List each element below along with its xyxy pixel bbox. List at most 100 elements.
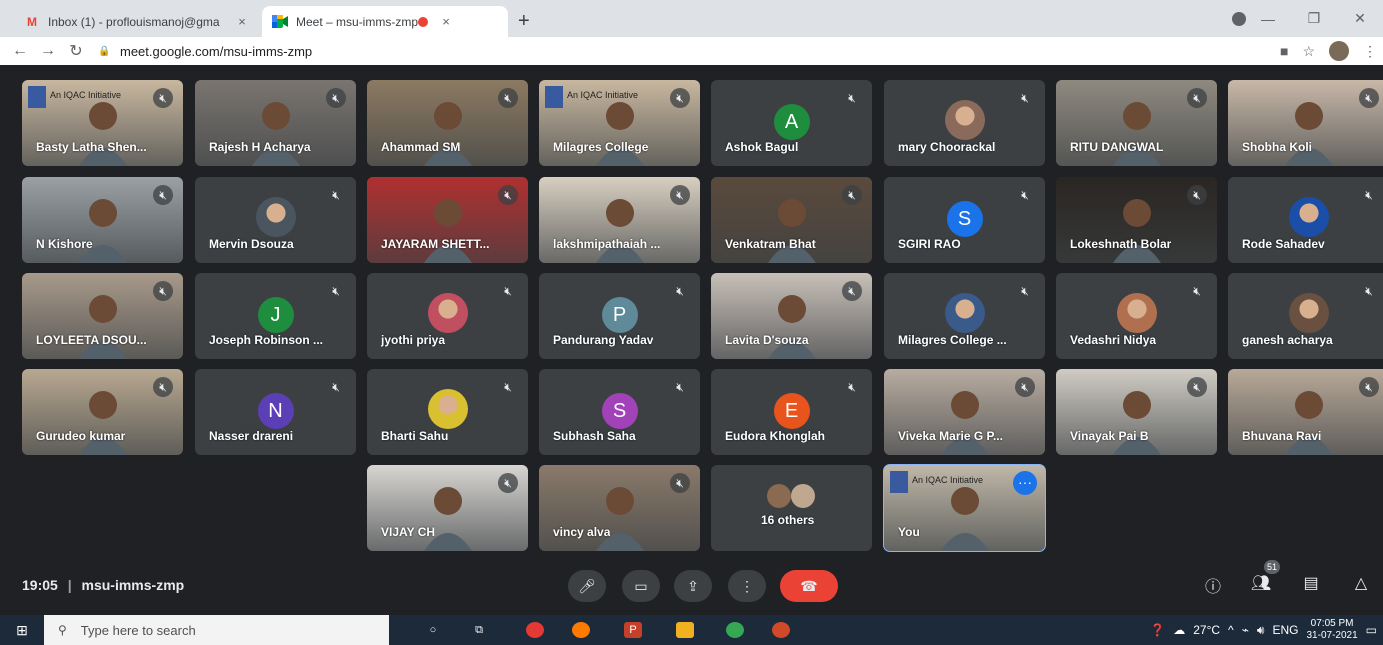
- participant-tile[interactable]: Rajesh H Acharya 🔇︎: [195, 80, 356, 166]
- participant-name: N Kishore: [36, 237, 93, 251]
- mic-muted-icon: 🔇︎: [848, 91, 856, 105]
- participant-tile[interactable]: An IQAC Initiative Basty Latha Shen... 🔇︎: [22, 80, 183, 166]
- camera-button[interactable]: ▭: [622, 570, 660, 602]
- participant-tile[interactable]: An IQAC Initiative Milagres College 🔇︎: [539, 80, 700, 166]
- mic-muted-icon: 🔇︎: [670, 88, 690, 108]
- mic-muted-icon: 🔇︎: [326, 88, 346, 108]
- participant-tile[interactable]: An IQAC Initiative You ···: [883, 464, 1046, 552]
- network-icon[interactable]: ⌁: [1242, 623, 1249, 637]
- participant-tile[interactable]: Vedashri Nidya 🔇︎: [1056, 273, 1217, 359]
- participant-tile[interactable]: Rode Sahadev 🔇︎: [1228, 177, 1383, 263]
- profile-avatar[interactable]: [1329, 41, 1349, 61]
- account-indicator-icon[interactable]: [1232, 12, 1246, 26]
- participant-tile[interactable]: S SGIRI RAO 🔇︎: [884, 177, 1045, 263]
- microphone-button[interactable]: 🎤︎: [568, 570, 606, 602]
- chrome-window-icon[interactable]: [726, 622, 744, 638]
- powerpoint-icon[interactable]: P: [624, 622, 642, 638]
- participant-tile[interactable]: LOYLEETA DSOU... 🔇︎: [22, 273, 183, 359]
- mic-muted-icon: 🔇︎: [670, 473, 690, 493]
- close-window-button[interactable]: ✕: [1337, 10, 1383, 27]
- taskbar-search-box[interactable]: ⚲ Type here to search: [44, 615, 389, 645]
- mic-muted-icon: 🔇︎: [498, 185, 518, 205]
- close-tab-icon[interactable]: ×: [438, 14, 454, 29]
- participant-tile[interactable]: vincy alva 🔇︎: [539, 465, 700, 551]
- tab-meet[interactable]: Meet – msu-imms-zmp ×: [262, 6, 508, 37]
- mic-muted-icon: 🔇︎: [504, 284, 512, 298]
- participant-tile[interactable]: mary Choorackal 🔇︎: [884, 80, 1045, 166]
- participant-tile[interactable]: E Eudora Khonglah 🔇︎: [711, 369, 872, 455]
- mic-muted-icon: 🔇︎: [1015, 377, 1035, 397]
- participant-name: Eudora Khonglah: [725, 429, 825, 443]
- present-button[interactable]: ⇪: [674, 570, 712, 602]
- participant-tile[interactable]: RITU DANGWAL 🔇︎: [1056, 80, 1217, 166]
- new-tab-button[interactable]: +: [518, 10, 530, 33]
- more-options-icon[interactable]: ···: [1013, 471, 1037, 495]
- activities-icon[interactable]: △: [1348, 573, 1374, 593]
- chat-icon[interactable]: ▤: [1298, 573, 1324, 593]
- temperature[interactable]: 27°C: [1193, 623, 1220, 637]
- participant-tile[interactable]: Viveka Marie G P... 🔇︎: [884, 369, 1045, 455]
- participant-tile[interactable]: A Ashok Bagul 🔇︎: [711, 80, 872, 166]
- language-indicator[interactable]: ENG: [1272, 623, 1298, 637]
- notification-icon[interactable]: ▭: [1366, 623, 1377, 637]
- forward-arrow-icon[interactable]: →: [34, 42, 62, 60]
- mic-muted-icon: 🔇︎: [1187, 185, 1207, 205]
- tray-chevron-icon[interactable]: ^: [1228, 623, 1234, 637]
- participant-tile[interactable]: Bhuvana Ravi 🔇︎: [1228, 369, 1383, 455]
- tab-title: Meet – msu-imms-zmp: [296, 14, 419, 29]
- mic-muted-icon: 🔇︎: [1365, 188, 1373, 202]
- people-icon[interactable]: 👥︎: [1248, 573, 1274, 593]
- participant-tile[interactable]: Lokeshnath Bolar 🔇︎: [1056, 177, 1217, 263]
- back-arrow-icon[interactable]: ←: [6, 42, 34, 60]
- restore-button[interactable]: ❐: [1291, 10, 1337, 27]
- volume-icon[interactable]: 🔊︎: [1257, 623, 1265, 638]
- reload-icon[interactable]: ↻: [62, 41, 90, 61]
- mic-muted-icon: 🔇︎: [498, 473, 518, 493]
- participant-tile[interactable]: N Nasser drareni 🔇︎: [195, 369, 356, 455]
- participant-tile[interactable]: P Pandurang Yadav 🔇︎: [539, 273, 700, 359]
- bookmark-star-icon[interactable]: ☆: [1302, 43, 1315, 60]
- camera-in-use-icon[interactable]: ■: [1280, 43, 1288, 59]
- participant-tile[interactable]: Shobha Koli 🔇︎: [1228, 80, 1383, 166]
- participant-tile[interactable]: Ahammad SM 🔇︎: [367, 80, 528, 166]
- participant-tile[interactable]: lakshmipathaiah ... 🔇︎: [539, 177, 700, 263]
- search-placeholder: Type here to search: [80, 622, 196, 638]
- participant-tile[interactable]: Bharti Sahu 🔇︎: [367, 369, 528, 455]
- participant-tile[interactable]: N Kishore 🔇︎: [22, 177, 183, 263]
- participant-tile[interactable]: Lavita D'souza 🔇︎: [711, 273, 872, 359]
- participant-tile[interactable]: Milagres College ... 🔇︎: [884, 273, 1045, 359]
- firefox-icon[interactable]: [572, 622, 590, 638]
- participant-tile[interactable]: Gurudeo kumar 🔇︎: [22, 369, 183, 455]
- taskbar-clock[interactable]: 07:05 PM 31-07-2021: [1307, 618, 1358, 642]
- close-tab-icon[interactable]: ×: [234, 14, 250, 29]
- participant-tile[interactable]: ganesh acharya 🔇︎: [1228, 273, 1383, 359]
- help-icon[interactable]: ❓: [1150, 623, 1165, 637]
- participant-tile[interactable]: VIJAY CH 🔇︎: [367, 465, 528, 551]
- browser-tab-strip: M Inbox (1) - proflouismanoj@gma × Meet …: [0, 0, 1383, 37]
- tab-gmail[interactable]: M Inbox (1) - proflouismanoj@gma ×: [14, 6, 260, 37]
- participant-tile[interactable]: Venkatram Bhat 🔇︎: [711, 177, 872, 263]
- participant-tile[interactable]: S Subhash Saha 🔇︎: [539, 369, 700, 455]
- powerpoint-window-icon[interactable]: [772, 622, 790, 638]
- cortana-icon[interactable]: ○: [424, 622, 442, 638]
- participant-tile[interactable]: Vinayak Pai B 🔇︎: [1056, 369, 1217, 455]
- participant-tile[interactable]: JAYARAM SHETT... 🔇︎: [367, 177, 528, 263]
- banner-text: An IQAC Initiative: [912, 475, 984, 485]
- task-view-icon[interactable]: ⧉: [470, 622, 488, 638]
- leave-call-button[interactable]: ☎: [780, 570, 838, 602]
- minimize-button[interactable]: —: [1245, 11, 1291, 27]
- menu-kebab-icon[interactable]: ⋮: [1363, 43, 1377, 60]
- participant-tile[interactable]: Mervin Dsouza 🔇︎: [195, 177, 356, 263]
- more-options-button[interactable]: ⋮: [728, 570, 766, 602]
- meeting-info-icon[interactable]: ⓘ: [1200, 573, 1226, 597]
- avatar: [1116, 293, 1157, 333]
- url-field[interactable]: 🔒 meet.google.com/msu-imms-zmp: [98, 44, 312, 59]
- windows-start-icon[interactable]: ⊞: [0, 622, 44, 639]
- participant-tile[interactable]: 16 others: [711, 465, 872, 551]
- participant-tile[interactable]: J Joseph Robinson ... 🔇︎: [195, 273, 356, 359]
- avatar: [427, 293, 468, 333]
- file-explorer-icon[interactable]: [676, 622, 694, 638]
- participant-tile[interactable]: jyothi priya 🔇︎: [367, 273, 528, 359]
- chrome-icon[interactable]: [526, 622, 544, 638]
- weather-icon[interactable]: ☁: [1173, 623, 1185, 637]
